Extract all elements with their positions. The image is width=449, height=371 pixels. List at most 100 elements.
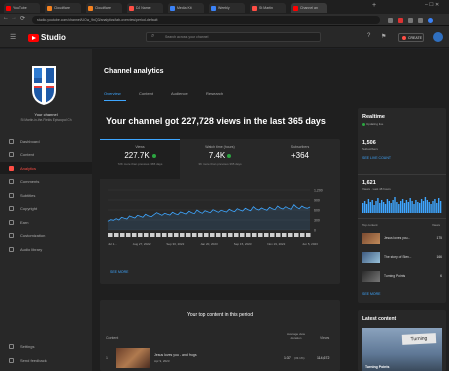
video-marker[interactable]: [234, 233, 239, 237]
sidebar-item-dashboard[interactable]: Dashboard: [0, 135, 92, 147]
browser-tab[interactable]: YouTube: [4, 3, 40, 13]
x-tick-label: Sep 30, 2022: [166, 242, 184, 246]
realtime-bar: [371, 200, 373, 213]
sidebar-item-label: Analytics: [20, 165, 37, 171]
video-marker[interactable]: [180, 233, 185, 237]
studio-logo[interactable]: Studio: [28, 33, 66, 42]
table-row[interactable]: 1 Jesus loves you - and frogs Apr 9, 202…: [104, 347, 336, 369]
menu-icon[interactable]: ☰: [10, 33, 16, 41]
content-icon: [9, 152, 14, 157]
video-marker[interactable]: [246, 233, 251, 237]
browser-tab[interactable]: Channel an: [291, 3, 327, 13]
video-marker[interactable]: [108, 233, 113, 237]
window-controls[interactable]: – ☐ ✕: [425, 2, 439, 8]
stat-subscribers[interactable]: Subscribers +364: [260, 145, 340, 177]
video-marker[interactable]: [222, 233, 227, 237]
browser-tab[interactable]: Media Kit: [168, 3, 204, 13]
sidebar-item-customization[interactable]: Customization: [0, 230, 92, 242]
video-marker[interactable]: [210, 233, 215, 237]
sidebar-item-analytics[interactable]: Analytics: [0, 162, 92, 174]
sidebar-item-content[interactable]: Content: [0, 149, 92, 161]
realtime-item[interactable]: The story of Stev... 166: [362, 250, 442, 266]
realtime-divider: [358, 174, 446, 175]
realtime-item[interactable]: Turning Points 6: [362, 269, 442, 285]
search-input[interactable]: Search across your channel: [146, 32, 321, 42]
video-marker[interactable]: [204, 233, 209, 237]
extension-icons[interactable]: [388, 16, 446, 24]
sidebar-item-audio-library[interactable]: Audio library: [0, 243, 92, 255]
video-marker[interactable]: [120, 233, 125, 237]
comments-icon: [9, 179, 14, 184]
video-marker[interactable]: [228, 233, 233, 237]
browser-tab-label: Channel an: [300, 6, 318, 10]
video-marker[interactable]: [306, 233, 311, 237]
video-marker[interactable]: [216, 233, 221, 237]
video-marker[interactable]: [294, 233, 299, 237]
realtime-item[interactable]: Jesus loves you... 175: [362, 231, 442, 247]
video-marker[interactable]: [252, 233, 257, 237]
tab-content[interactable]: Content: [139, 91, 153, 96]
video-marker[interactable]: [288, 233, 293, 237]
tab-favicon-icon: [211, 5, 216, 11]
video-marker[interactable]: [258, 233, 263, 237]
sidebar-item-settings[interactable]: Settings: [0, 340, 92, 352]
browser-tab[interactable]: St Martin: [250, 3, 286, 13]
realtime-see-more-link[interactable]: SEE MORE: [362, 292, 380, 296]
see-more-link[interactable]: SEE MORE: [110, 270, 128, 274]
sidebar-item-earn[interactable]: Earn: [0, 216, 92, 228]
create-icon: [402, 35, 406, 40]
sidebar-item-copyright[interactable]: Copyright: [0, 203, 92, 215]
series-area: [108, 204, 310, 230]
video-marker[interactable]: [126, 233, 131, 237]
reload-icon[interactable]: ⟳: [20, 15, 25, 22]
sidebar-item-send-feedback[interactable]: Send feedback: [0, 354, 92, 366]
video-marker[interactable]: [186, 233, 191, 237]
video-marker[interactable]: [132, 233, 137, 237]
sidebar-item-subtitles[interactable]: Subtitles: [0, 189, 92, 201]
back-icon[interactable]: ←: [3, 15, 9, 21]
video-marker[interactable]: [156, 233, 161, 237]
notifications-icon[interactable]: ⚑: [381, 33, 386, 40]
video-marker[interactable]: [264, 233, 269, 237]
address-bar[interactable]: studio.youtube.com/channel/UCw_9nQ3/anal…: [32, 16, 380, 24]
turning-sign: Turning: [401, 333, 437, 345]
see-live-count-link[interactable]: SEE LIVE COUNT: [362, 156, 391, 160]
tab-research[interactable]: Research: [206, 91, 223, 96]
video-marker[interactable]: [138, 233, 143, 237]
video-marker[interactable]: [168, 233, 173, 237]
create-button[interactable]: CREATE: [398, 33, 424, 42]
channel-avatar[interactable]: [31, 64, 57, 106]
top-content-label: Top content: [362, 223, 378, 227]
latest-content-thumbnail[interactable]: Turning Turning Points: [362, 328, 442, 371]
new-tab-button[interactable]: +: [372, 2, 376, 9]
video-marker[interactable]: [174, 233, 179, 237]
account-avatar[interactable]: [433, 32, 443, 42]
browser-tab[interactable]: Weebly: [209, 3, 245, 13]
browser-tab[interactable]: Cloudflare: [86, 3, 122, 13]
realtime-bar: [386, 199, 389, 213]
video-marker[interactable]: [192, 233, 197, 237]
stat-views[interactable]: Views 227.7K 72K more than previous 365 da…: [100, 145, 180, 177]
realtime-item-views: 166: [436, 255, 442, 259]
video-marker[interactable]: [300, 233, 305, 237]
video-marker[interactable]: [162, 233, 167, 237]
realtime-item-views: 6: [440, 274, 442, 278]
video-marker[interactable]: [282, 233, 287, 237]
browser-tab-bar: YouTube Cloudflare Cloudflare DJ Name Media …: [0, 0, 449, 14]
video-marker[interactable]: [270, 233, 275, 237]
video-marker[interactable]: [114, 233, 119, 237]
sidebar-item-comments[interactable]: Comments: [0, 176, 92, 188]
video-marker[interactable]: [150, 233, 155, 237]
browser-tab[interactable]: DJ Name: [127, 3, 163, 13]
video-marker[interactable]: [198, 233, 203, 237]
tab-audience[interactable]: Audience: [171, 91, 188, 96]
tab-overview[interactable]: Overview: [104, 91, 121, 96]
video-marker[interactable]: [276, 233, 281, 237]
sidebar-item-label: Subtitles: [20, 192, 36, 198]
browser-tab[interactable]: Cloudflare: [45, 3, 81, 13]
video-marker[interactable]: [144, 233, 149, 237]
help-icon[interactable]: ?: [367, 33, 370, 39]
stat-watch[interactable]: Watch time (hours) 7.4K 3K more than previ…: [180, 145, 260, 177]
forward-icon[interactable]: →: [11, 15, 17, 21]
video-marker[interactable]: [240, 233, 245, 237]
